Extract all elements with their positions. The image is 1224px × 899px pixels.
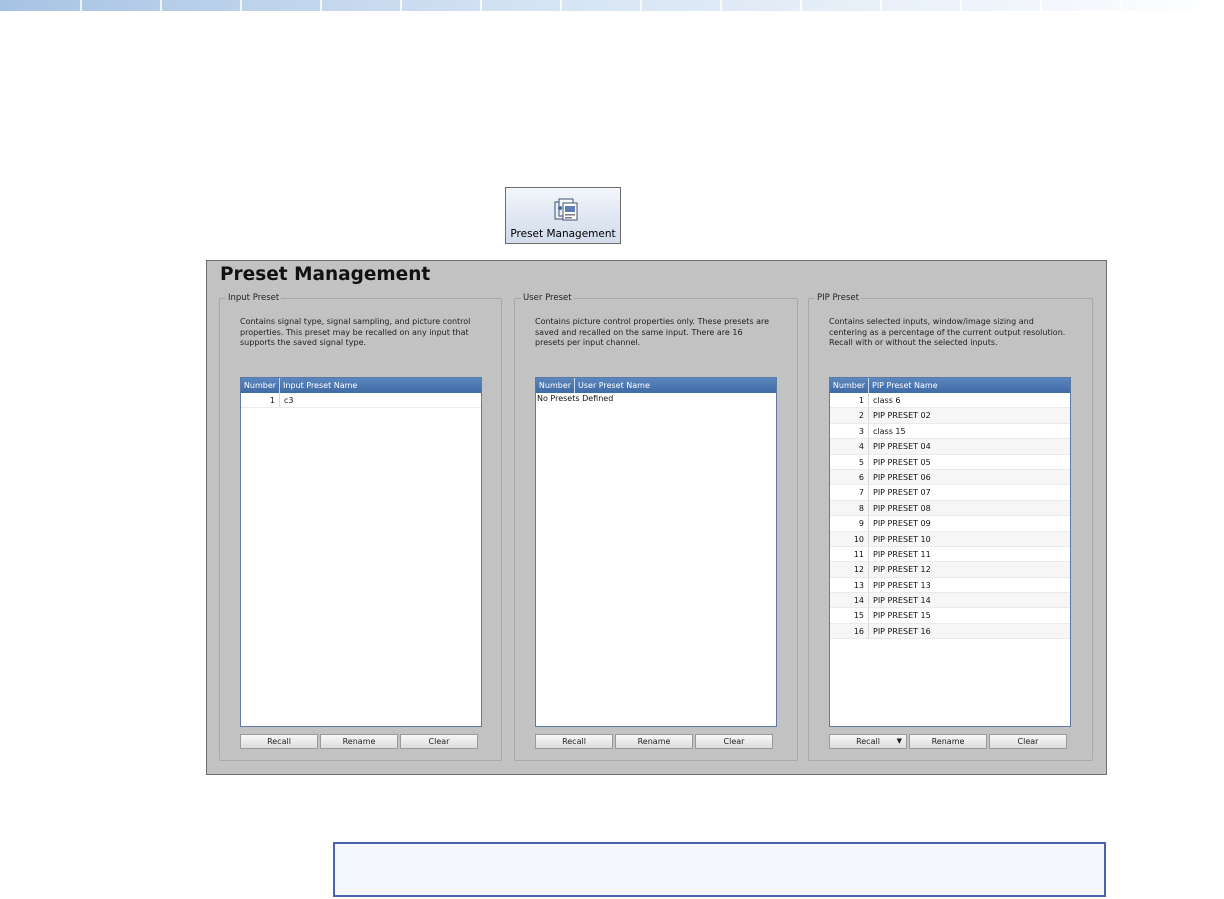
table-row[interactable]: 13 PIP PRESET 13 [830, 577, 1070, 594]
preset-management-ribbon-button[interactable]: Preset Management [505, 187, 621, 244]
row-preset-name: PIP PRESET 12 [873, 565, 931, 575]
table-row[interactable]: 3 class 15 [830, 423, 1070, 440]
table-row[interactable]: 1 class 6 [830, 393, 1070, 409]
pip-preset-label: PIP Preset [815, 292, 861, 304]
table-row[interactable]: 2 PIP PRESET 02 [830, 408, 1070, 424]
column-header-number[interactable]: Number [536, 378, 575, 393]
row-number: 8 [830, 500, 869, 516]
top-banner [0, 0, 1224, 11]
row-preset-name: PIP PRESET 15 [873, 611, 931, 621]
table-row[interactable]: 12 PIP PRESET 12 [830, 562, 1070, 578]
input-preset-group: Input Preset Contains signal type, signa… [219, 292, 502, 761]
user-preset-group: User Preset Contains picture control pro… [514, 292, 798, 761]
empty-list-message: No Presets Defined [537, 394, 614, 403]
pip-recall-label: Recall [856, 737, 880, 746]
input-preset-list-header: Number Input Preset Name [241, 378, 481, 393]
row-preset-name: PIP PRESET 07 [873, 488, 931, 498]
column-header-name[interactable]: User Preset Name [575, 378, 776, 393]
row-preset-name: class 6 [873, 396, 901, 405]
input-preset-description: Contains signal type, signal sampling, a… [240, 317, 471, 347]
user-preset-description: Contains picture control properties only… [535, 317, 770, 347]
table-row[interactable]: 8 PIP PRESET 08 [830, 500, 1070, 517]
pip-preset-list-header: Number PIP Preset Name [830, 378, 1070, 393]
table-row[interactable]: 1 c3 [241, 393, 481, 409]
row-preset-name: PIP PRESET 13 [873, 580, 931, 590]
table-row[interactable]: 7 PIP PRESET 07 [830, 485, 1070, 501]
user-recall-button[interactable]: Recall [535, 734, 613, 749]
row-number: 16 [830, 623, 869, 639]
pip-rename-button[interactable]: Rename [909, 734, 987, 749]
pip-preset-list[interactable]: Number PIP Preset Name 1 class 6 2 PIP PRES… [829, 377, 1071, 727]
column-header-number[interactable]: Number [241, 378, 280, 393]
row-number: 4 [830, 439, 869, 454]
note-box [333, 842, 1106, 897]
dropdown-arrow-icon[interactable]: ▼ [897, 735, 902, 748]
row-preset-name: PIP PRESET 10 [873, 534, 931, 544]
pip-clear-button[interactable]: Clear [989, 734, 1067, 749]
row-preset-name: PIP PRESET 16 [873, 626, 931, 636]
pip-recall-button[interactable]: Recall ▼ [829, 734, 907, 749]
pip-preset-description: Contains selected inputs, window/image s… [829, 317, 1066, 347]
preset-management-icon [554, 198, 578, 221]
preset-management-window: Preset Management Input Preset Contains … [206, 260, 1107, 775]
row-number: 6 [830, 469, 869, 485]
input-clear-button[interactable]: Clear [400, 734, 478, 749]
table-row[interactable]: 5 PIP PRESET 05 [830, 454, 1070, 470]
row-number: 9 [830, 516, 869, 531]
table-row[interactable]: 14 PIP PRESET 14 [830, 593, 1070, 609]
row-preset-name: c3 [284, 396, 294, 405]
user-preset-label: User Preset [521, 292, 574, 304]
user-rename-button[interactable]: Rename [615, 734, 693, 749]
row-preset-name: PIP PRESET 11 [873, 549, 931, 559]
row-number: 1 [830, 393, 869, 408]
pip-preset-group: PIP Preset Contains selected inputs, win… [808, 292, 1093, 761]
row-number: 12 [830, 562, 869, 577]
row-preset-name: PIP PRESET 02 [873, 411, 931, 421]
row-preset-name: PIP PRESET 08 [873, 503, 931, 513]
column-header-name[interactable]: PIP Preset Name [869, 378, 1070, 393]
table-row[interactable]: 4 PIP PRESET 04 [830, 439, 1070, 455]
row-number: 5 [830, 454, 869, 469]
input-rename-button[interactable]: Rename [320, 734, 398, 749]
table-row[interactable]: 9 PIP PRESET 09 [830, 516, 1070, 532]
row-number: 13 [830, 577, 869, 593]
row-number: 7 [830, 485, 869, 500]
table-row[interactable]: 10 PIP PRESET 10 [830, 531, 1070, 547]
row-number: 1 [241, 393, 280, 408]
input-recall-button[interactable]: Recall [240, 734, 318, 749]
input-preset-label: Input Preset [226, 292, 282, 304]
row-number: 2 [830, 408, 869, 423]
user-preset-list[interactable]: Number User Preset Name No Presets Defin… [535, 377, 777, 727]
row-preset-name: class 15 [873, 426, 906, 436]
user-clear-button[interactable]: Clear [695, 734, 773, 749]
row-number: 10 [830, 531, 869, 546]
table-row[interactable]: 11 PIP PRESET 11 [830, 546, 1070, 563]
row-number: 11 [830, 546, 869, 562]
row-number: 14 [830, 593, 869, 608]
column-header-number[interactable]: Number [830, 378, 869, 393]
column-header-name[interactable]: Input Preset Name [280, 378, 481, 393]
table-row[interactable]: 6 PIP PRESET 06 [830, 469, 1070, 486]
row-number: 15 [830, 608, 869, 623]
row-preset-name: PIP PRESET 09 [873, 519, 931, 529]
input-preset-list[interactable]: Number Input Preset Name 1 c3 [240, 377, 482, 727]
row-preset-name: PIP PRESET 04 [873, 442, 931, 452]
table-row[interactable]: 15 PIP PRESET 15 [830, 608, 1070, 624]
row-number: 3 [830, 423, 869, 439]
row-preset-name: PIP PRESET 06 [873, 472, 931, 482]
row-preset-name: PIP PRESET 14 [873, 596, 931, 606]
table-row[interactable]: 16 PIP PRESET 16 [830, 623, 1070, 640]
row-preset-name: PIP PRESET 05 [873, 457, 931, 467]
window-title: Preset Management [220, 264, 431, 285]
user-preset-list-header: Number User Preset Name [536, 378, 776, 393]
preset-management-button-label: Preset Management [510, 228, 616, 240]
